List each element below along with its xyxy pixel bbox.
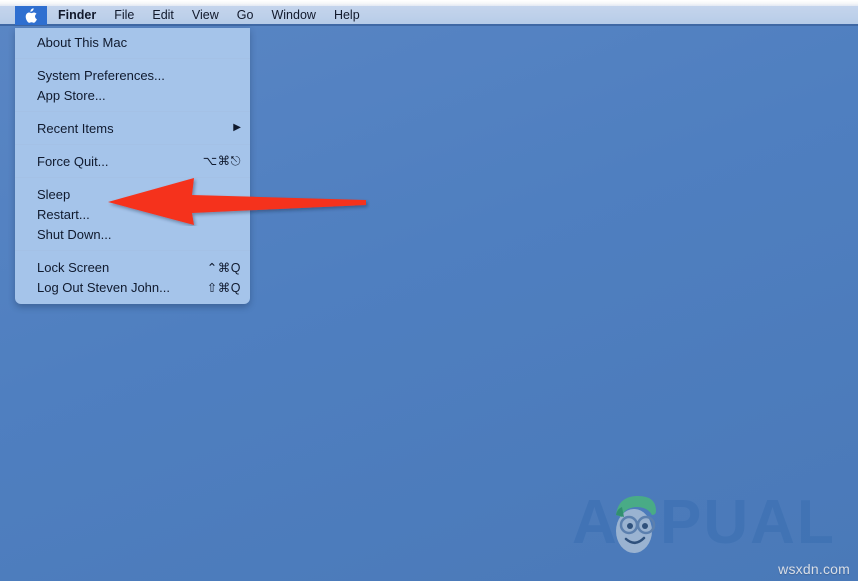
menu-separator xyxy=(15,177,250,178)
menu-item-shut-down[interactable]: Shut Down... xyxy=(15,224,250,244)
menu-item-label: Log Out Steven John... xyxy=(37,279,170,295)
menu-item-force-quit[interactable]: Force Quit... ⌥⌘⎋ xyxy=(15,151,250,171)
menu-item-shortcut: ⌃⌘Q xyxy=(206,260,241,275)
menu-group-preferences: System Preferences... App Store... xyxy=(15,63,250,107)
menubar-item-edit[interactable]: Edit xyxy=(143,5,183,25)
menu-item-label: System Preferences... xyxy=(37,67,165,83)
menu-item-shortcut: ⇧⌘Q xyxy=(206,280,241,295)
menu-group-recent-items: Recent Items ▶ xyxy=(15,116,250,140)
menu-item-label: About This Mac xyxy=(37,34,128,50)
menu-item-lock-screen[interactable]: Lock Screen ⌃⌘Q xyxy=(15,257,250,277)
apple-logo-icon xyxy=(25,7,37,23)
menu-group-about: About This Mac xyxy=(15,28,250,54)
menu-item-label: Shut Down... xyxy=(37,226,112,242)
menu-item-label: Restart... xyxy=(37,206,90,222)
menu-item-label: Lock Screen xyxy=(37,259,110,275)
menu-item-label: Force Quit... xyxy=(37,153,109,169)
menu-item-log-out[interactable]: Log Out Steven John... ⇧⌘Q xyxy=(15,277,250,297)
apple-menu-button[interactable] xyxy=(15,5,47,25)
menu-item-system-preferences[interactable]: System Preferences... xyxy=(15,65,250,85)
menu-item-sleep[interactable]: Sleep xyxy=(15,184,250,204)
menu-item-app-store[interactable]: App Store... xyxy=(15,85,250,105)
menubar-item-go[interactable]: Go xyxy=(228,5,263,25)
menu-separator xyxy=(15,144,250,145)
macos-menu-bar: Finder File Edit View Go Window Help xyxy=(0,5,858,26)
apple-dropdown-menu: About This Mac System Preferences... App… xyxy=(15,28,250,304)
menubar-item-file[interactable]: File xyxy=(105,5,143,25)
macos-desktop-screen: A PUALS wsxdn.com xyxy=(0,0,858,581)
site-credit-text: wsxdn.com xyxy=(778,561,850,577)
menubar-item-finder[interactable]: Finder xyxy=(47,5,105,25)
menu-group-force-quit: Force Quit... ⌥⌘⎋ xyxy=(15,149,250,173)
menu-separator xyxy=(15,58,250,59)
menubar-item-view[interactable]: View xyxy=(183,5,228,25)
menu-separator xyxy=(15,111,250,112)
menu-item-label: Recent Items xyxy=(37,120,114,136)
menubar-item-window[interactable]: Window xyxy=(262,5,324,25)
menubar-item-help[interactable]: Help xyxy=(325,5,369,25)
menu-item-label: Sleep xyxy=(37,186,71,202)
menu-item-shortcut: ⌥⌘⎋ xyxy=(202,154,241,168)
menu-item-restart[interactable]: Restart... xyxy=(15,204,250,224)
menu-item-about-this-mac[interactable]: About This Mac xyxy=(15,32,250,52)
menu-item-recent-items[interactable]: Recent Items ▶ xyxy=(15,118,250,138)
screen-top-bezel xyxy=(0,0,858,6)
chevron-right-icon: ▶ xyxy=(233,122,241,133)
menu-group-power: Sleep Restart... Shut Down... xyxy=(15,182,250,246)
menu-group-session: Lock Screen ⌃⌘Q Log Out Steven John... ⇧… xyxy=(15,255,250,299)
menu-separator xyxy=(15,250,250,251)
menu-item-label: App Store... xyxy=(37,87,106,103)
